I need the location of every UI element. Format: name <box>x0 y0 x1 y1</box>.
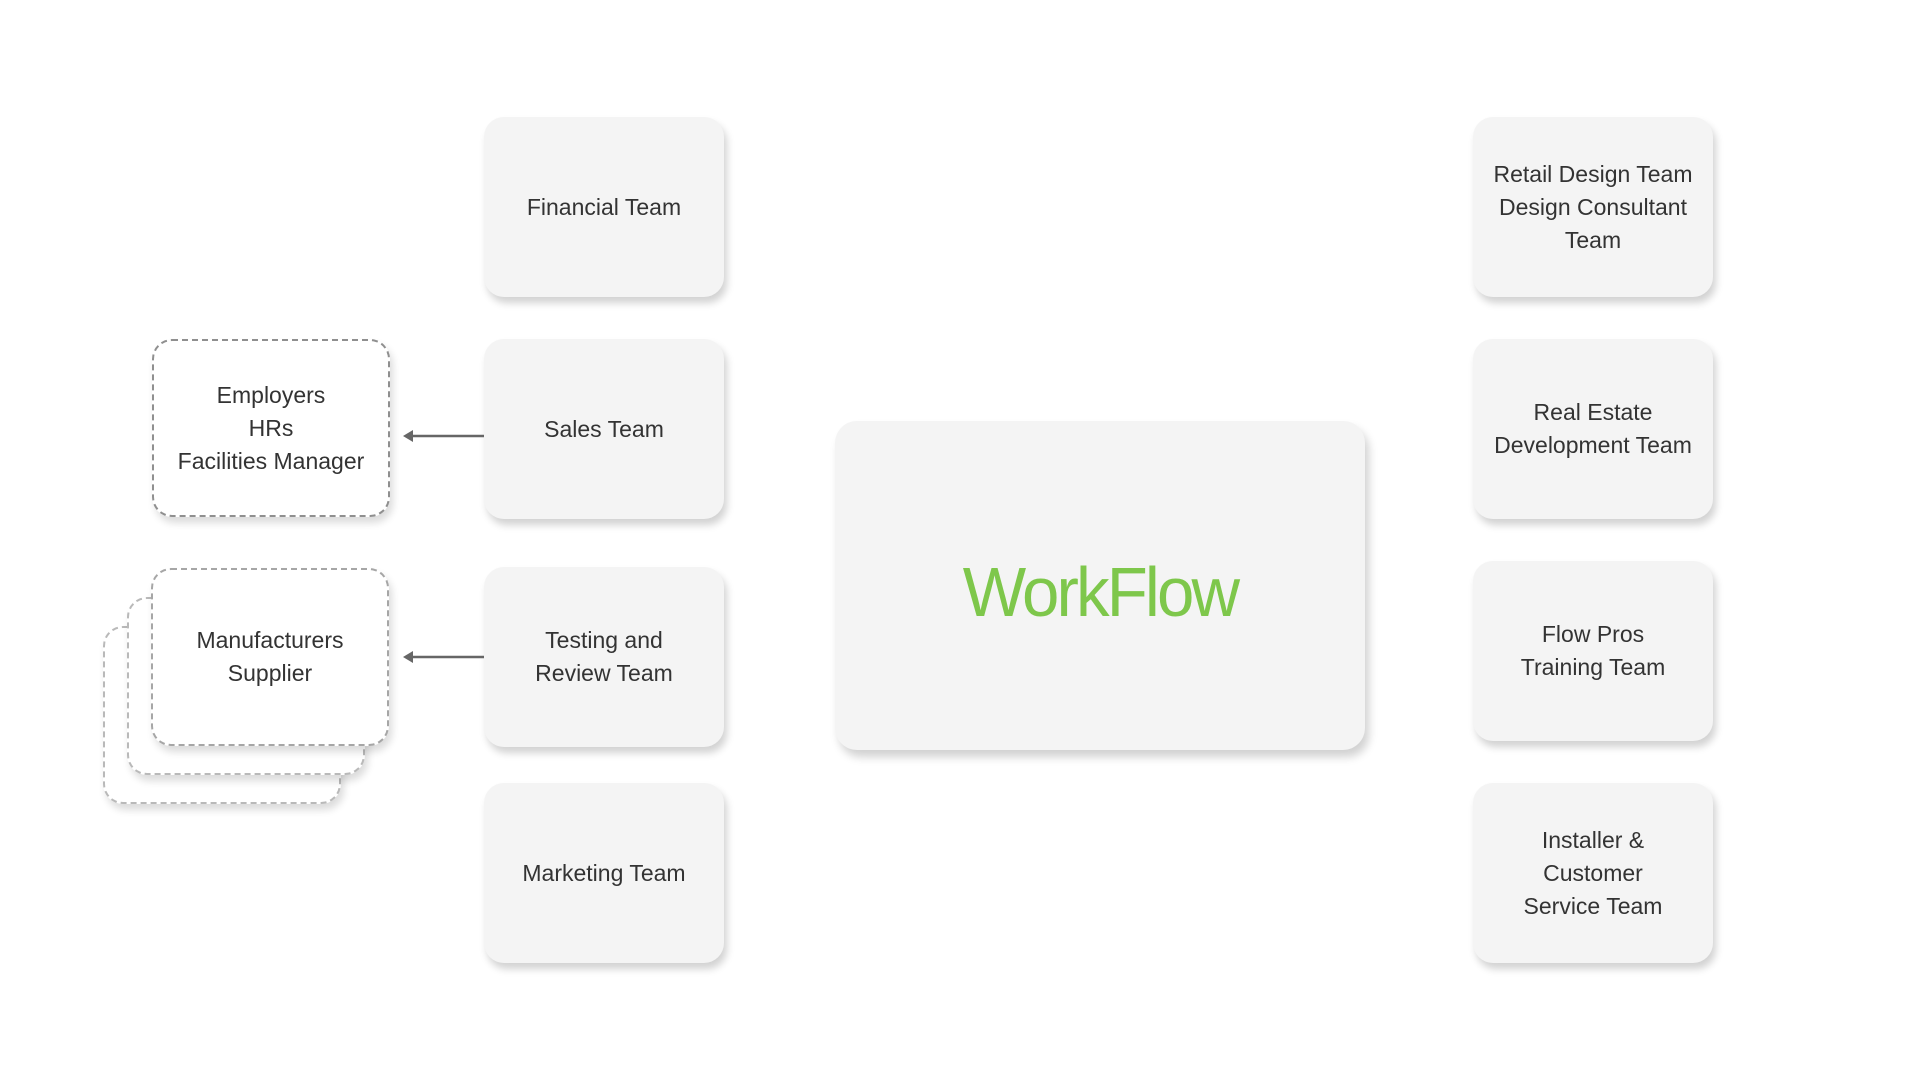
sales-team-label: Sales Team <box>544 415 664 442</box>
marketing-team-label: Marketing Team <box>522 859 686 886</box>
installer-team-box[interactable]: Installer & Customer Service Team <box>1473 783 1713 963</box>
retail-design-team-label: Retail Design Team Design Consultant Tea… <box>1493 160 1693 253</box>
flow-pros-team-label: Flow Pros Training Team <box>1520 621 1666 680</box>
real-estate-team-label: Real Estate Development Team <box>1494 399 1692 458</box>
flow-pros-team-box[interactable]: Flow Pros Training Team <box>1473 561 1713 741</box>
arrowhead-icon <box>403 651 413 663</box>
testing-review-team-box[interactable]: Testing and Review Team <box>484 567 724 747</box>
arrow-sales-to-employers <box>403 430 484 442</box>
workflow-hub-box[interactable]: WorkFlow <box>835 421 1365 750</box>
arrowhead-icon <box>403 430 413 442</box>
retail-design-team-box[interactable]: Retail Design Team Design Consultant Tea… <box>1473 117 1713 297</box>
sales-team-box[interactable]: Sales Team <box>484 339 724 519</box>
real-estate-team-box[interactable]: Real Estate Development Team <box>1473 339 1713 519</box>
financial-team-label: Financial Team <box>526 193 682 220</box>
marketing-team-box[interactable]: Marketing Team <box>484 783 724 963</box>
testing-review-team-label: Testing and Review Team <box>535 627 673 686</box>
manufacturers-label: Manufacturers Supplier <box>196 627 344 686</box>
workflow-logo: WorkFlow <box>962 552 1240 631</box>
arrow-testing-to-manufacturers <box>403 651 484 663</box>
manufacturers-box[interactable]: Manufacturers Supplier <box>151 568 389 746</box>
installer-team-label: Installer & Customer Service Team <box>1523 826 1663 919</box>
employers-box[interactable]: Employers HRs Facilities Manager <box>152 339 390 517</box>
employers-label: Employers HRs Facilities Manager <box>177 381 365 474</box>
financial-team-box[interactable]: Financial Team <box>484 117 724 297</box>
